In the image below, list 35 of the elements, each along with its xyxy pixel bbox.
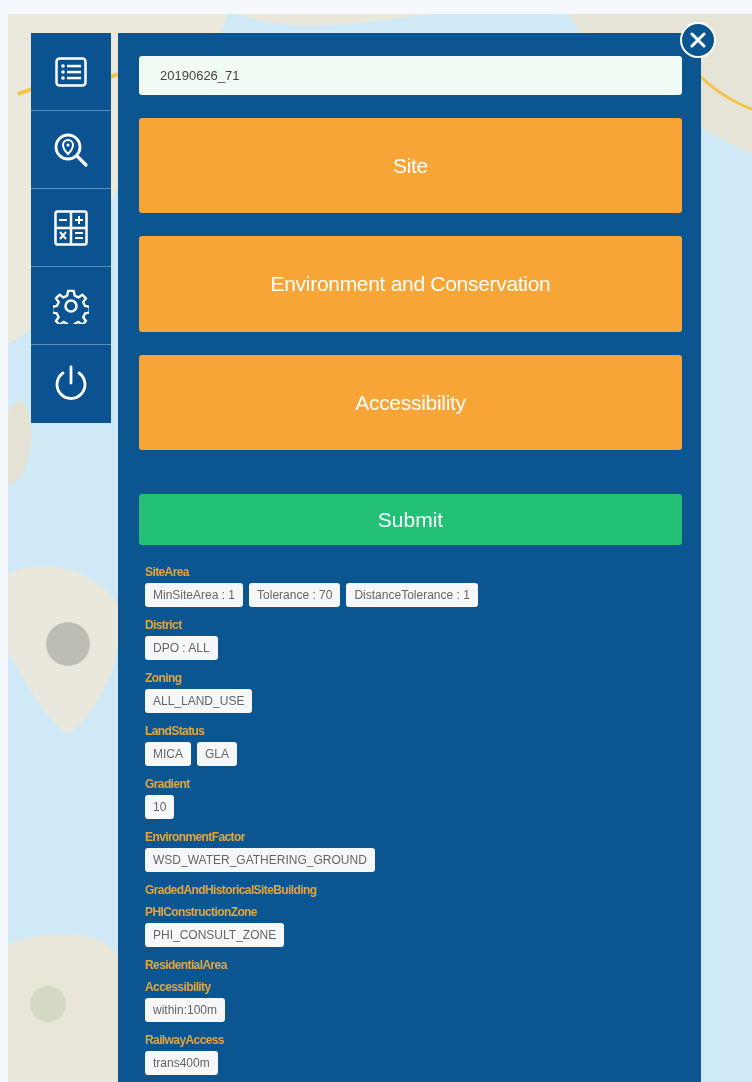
criterion-label: LandStatus bbox=[145, 723, 205, 740]
name-field[interactable]: 20190626_71 bbox=[139, 56, 682, 95]
list-icon bbox=[55, 56, 87, 87]
criterion-tag: MICA bbox=[145, 742, 191, 766]
criterion-label: District bbox=[145, 617, 182, 634]
criterion-tag: MinSiteArea : 1 bbox=[145, 583, 244, 607]
criterion-tag: GLA bbox=[197, 742, 237, 766]
criterion-label: EnvironmentFactor bbox=[145, 829, 245, 846]
criterion-tag: within:100m bbox=[145, 998, 226, 1022]
calculator-icon bbox=[54, 209, 88, 246]
criterion-tag: WSD_WATER_GATHERING_GROUND bbox=[145, 848, 375, 872]
criterion-label: Accessibility bbox=[145, 979, 211, 996]
criterion-tag: 10 bbox=[145, 795, 175, 819]
criterion-label: Gradient bbox=[145, 776, 190, 793]
location-search-icon bbox=[53, 131, 89, 168]
close-icon bbox=[690, 32, 706, 48]
criterion-tag: ALL_LAND_USE bbox=[145, 689, 253, 713]
section-button[interactable]: Site bbox=[139, 117, 682, 214]
criterion-tag: PHI_CONSULT_ZONE bbox=[145, 923, 285, 947]
criterion-label: PHIConstructionZone bbox=[145, 904, 257, 921]
criterion-tag: Tolerance : 70 bbox=[249, 583, 341, 607]
power-icon bbox=[53, 365, 89, 403]
section-button[interactable]: Environment and Conservation bbox=[139, 236, 682, 332]
list-button[interactable] bbox=[31, 33, 111, 111]
criterion-label: Zoning bbox=[145, 670, 182, 687]
criterion-tag: trans400m bbox=[145, 1051, 218, 1075]
criterion-label: RailwayAccess bbox=[145, 1032, 224, 1049]
submit-button[interactable]: Submit bbox=[139, 494, 682, 545]
section-button[interactable]: Accessibility bbox=[139, 354, 682, 451]
criterion-label: SiteArea bbox=[145, 564, 189, 581]
criterion-tag: DPO : ALL bbox=[145, 636, 218, 660]
criterion-label: GradedAndHistoricalSiteBuilding bbox=[145, 882, 317, 899]
settings-icon bbox=[53, 287, 89, 324]
criterion-label: ResidentialArea bbox=[145, 957, 227, 974]
criterion-tag: DistanceTolerance : 1 bbox=[346, 583, 478, 607]
